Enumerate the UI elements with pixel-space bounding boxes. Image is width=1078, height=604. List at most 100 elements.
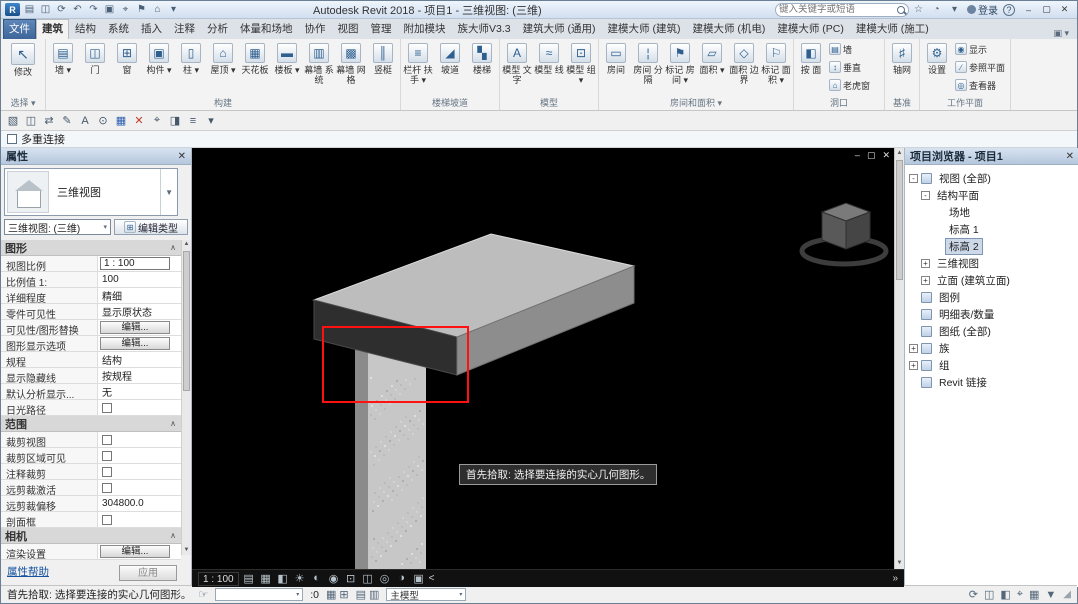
edit-button[interactable]: 编辑... [100, 545, 170, 558]
viewport-scroll-thumb[interactable] [896, 160, 903, 280]
workset-combobox[interactable]: ▾ [215, 588, 304, 601]
maximize-button[interactable]: ▢ [1038, 3, 1055, 17]
property-value[interactable] [98, 400, 181, 415]
selection-grid-icon[interactable]: ▦ [326, 588, 336, 601]
grid-button[interactable]: ♯ 轴网 [886, 40, 918, 75]
analytical-model-icon[interactable]: ▣ [412, 572, 426, 585]
model-group-button[interactable]: ⊡ 模型 组 ▾ [565, 40, 597, 85]
help-icon[interactable]: ? [1003, 3, 1015, 16]
tab-建模大师 (建筑)[interactable]: 建模大师 (建筑) [602, 19, 687, 39]
signin-button[interactable]: 登录 [964, 2, 1001, 17]
sync-icon[interactable]: ⟳ [54, 3, 69, 17]
circle-tool-icon[interactable]: ⊙ [95, 113, 111, 129]
tree-item[interactable]: + 组 [905, 357, 1078, 374]
hscroll-left-icon[interactable]: < [429, 573, 435, 584]
open-icon[interactable]: ▤ [22, 3, 37, 17]
type-selector[interactable]: 三维视图 ▼ [4, 168, 178, 216]
multiple-join-checkbox[interactable] [7, 134, 17, 144]
viewport-scroll-up-icon[interactable]: ▲ [895, 149, 904, 158]
tree-item[interactable]: + 族 [905, 340, 1078, 357]
tree-item[interactable]: - 视图 (全部) [905, 170, 1078, 187]
curtain-grid-button[interactable]: ▩ 幕墙 网格 [335, 40, 367, 85]
property-value[interactable]: 按规程 [98, 368, 181, 383]
edit-button[interactable]: 编辑... [100, 337, 170, 350]
property-value[interactable]: 编辑... [98, 544, 181, 559]
measure-icon[interactable]: ⌖ [118, 3, 133, 17]
set-work-plane-button[interactable]: ⚙ 设置 [921, 40, 953, 75]
dormer-opening-button[interactable]: ⌂ 老虎窗 [827, 76, 883, 94]
property-value[interactable] [98, 432, 181, 447]
tab-建模大师 (机电)[interactable]: 建模大师 (机电) [686, 19, 771, 39]
tree-item[interactable]: 标高 1 [905, 221, 1078, 238]
apply-button[interactable]: 应用 [119, 565, 177, 581]
swap-icon[interactable]: ⇄ [41, 113, 57, 129]
tree-item[interactable]: + 三维视图 [905, 255, 1078, 272]
notification-icon[interactable]: ◔ [929, 3, 944, 17]
ramp-button[interactable]: ◢ 坡道 [434, 40, 466, 75]
design-option-combobox[interactable]: 主模型 ▾ [386, 588, 467, 602]
show-work-plane-button[interactable]: ◉ 显示 [953, 40, 1009, 58]
tree-item-label[interactable]: 三维视图 [933, 255, 983, 272]
tree-item-label[interactable]: 标高 2 [945, 238, 983, 255]
properties-scroll-thumb[interactable] [183, 251, 190, 391]
railing-button[interactable]: ≡ 栏杆 扶手 ▾ [402, 40, 434, 85]
tree-expander-icon[interactable]: + [909, 361, 918, 370]
hscroll-right-icon[interactable]: » [892, 573, 898, 584]
select-links-toggle-icon[interactable]: ⌖ [1017, 588, 1023, 601]
ref-plane-button[interactable]: ∕ 参照平面 [953, 58, 1009, 76]
tree-item-label[interactable]: 明细表/数量 [935, 306, 998, 323]
tab-系统[interactable]: 系统 [102, 19, 135, 39]
close-button[interactable]: ✕ [1056, 3, 1073, 17]
collapse-icon[interactable]: ∧ [170, 531, 176, 540]
tab-建筑大师 (通用)[interactable]: 建筑大师 (通用) [517, 19, 602, 39]
view-minimize-button[interactable]: – [855, 150, 860, 161]
tree-item-label[interactable]: 场地 [945, 204, 974, 221]
pencil-icon[interactable]: ✎ [59, 113, 75, 129]
tree-item-label[interactable]: 立面 (建筑立面) [933, 272, 1014, 289]
search-input[interactable] [779, 4, 897, 15]
model-line-button[interactable]: ≈ 模型 线 [533, 40, 565, 75]
tree-item-label[interactable]: Revit 链接 [935, 374, 991, 391]
view-close-button[interactable]: ✕ [882, 150, 890, 161]
property-value[interactable] [98, 464, 181, 479]
3d-canvas[interactable] [192, 148, 894, 569]
properties-close-icon[interactable]: ✕ [178, 151, 186, 162]
tab-视图[interactable]: 视图 [332, 19, 365, 39]
tag-area-button[interactable]: ⚐ 标记 面积 ▾ [760, 40, 792, 85]
view-restore-button[interactable]: ▢ [867, 150, 876, 161]
search-box[interactable] [775, 2, 909, 17]
column-button[interactable]: ▯ 柱 ▾ [175, 40, 207, 75]
edit-type-button[interactable]: ⊞ 编辑类型 [114, 219, 188, 235]
view-type-combobox[interactable]: 三维视图: (三维) ▾ [4, 219, 111, 235]
vertical-opening-button[interactable]: ↕ 垂直 [827, 58, 883, 76]
revit-logo[interactable]: R [5, 3, 20, 16]
tree-item[interactable]: 场地 [905, 204, 1078, 221]
tree-item[interactable]: 图例 [905, 289, 1078, 306]
room-button[interactable]: ▭ 房间 [600, 40, 632, 75]
tab-文件[interactable]: 文件 [3, 19, 36, 39]
property-value[interactable]: 304800.0 [98, 496, 181, 511]
reveal-hidden-icon[interactable]: ◑ [395, 572, 409, 585]
tree-item[interactable]: 明细表/数量 [905, 306, 1078, 323]
list-tool-icon[interactable]: ≡ [185, 113, 201, 129]
customize-qat-icon[interactable]: ▾ [166, 3, 181, 17]
save-small-icon[interactable]: ◫ [23, 113, 39, 129]
property-value[interactable]: 精细 [98, 288, 181, 303]
temporary-hide-icon[interactable]: ◎ [378, 572, 392, 585]
property-value[interactable]: 结构 [98, 352, 181, 367]
tree-item-label[interactable]: 视图 (全部) [935, 170, 995, 187]
text-tool-icon[interactable]: A [77, 113, 93, 129]
tab-体量和场地[interactable]: 体量和场地 [234, 19, 299, 39]
tab-注释[interactable]: 注释 [168, 19, 201, 39]
grid-tool-icon[interactable]: ▦ [113, 113, 129, 129]
component-button[interactable]: ▣ 构件 ▾ [143, 40, 175, 75]
tree-item-label[interactable]: 标高 1 [945, 221, 983, 238]
window-button[interactable]: ⊞ 窗 [111, 40, 143, 75]
tag-icon[interactable]: ⚑ [134, 3, 149, 17]
crop-view-icon[interactable]: ⊡ [344, 572, 358, 585]
help-menu-icon[interactable]: ▾ [947, 3, 962, 17]
property-value[interactable]: 编辑... [98, 336, 181, 351]
render-icon[interactable]: ◉ [327, 572, 341, 585]
tree-item[interactable]: + 立面 (建筑立面) [905, 272, 1078, 289]
door-button[interactable]: ◫ 门 [79, 40, 111, 75]
